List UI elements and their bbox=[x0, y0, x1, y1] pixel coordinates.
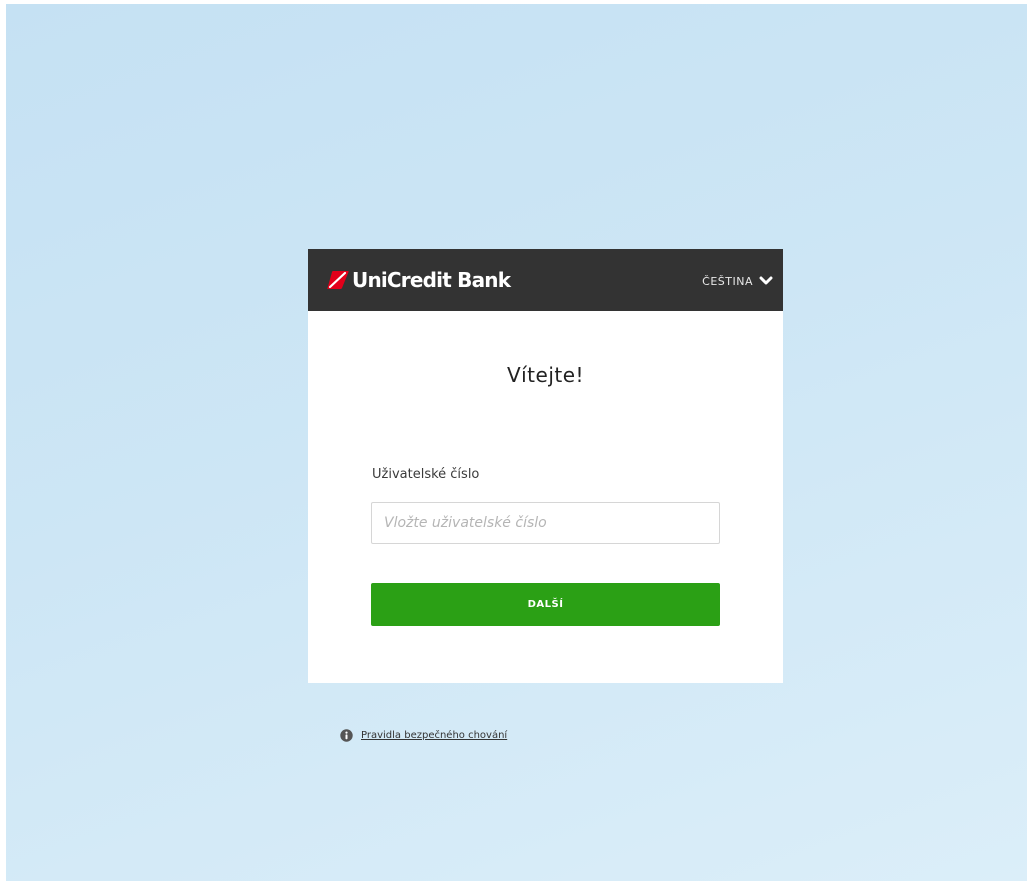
login-card: UniCredit Bank ČEŠTINA Vítejte! Uživatel… bbox=[308, 249, 783, 683]
username-label: Uživatelské číslo bbox=[372, 467, 480, 482]
username-input[interactable] bbox=[371, 502, 720, 544]
safety-rules-link[interactable]: Pravidla bezpečného chování bbox=[361, 730, 507, 741]
welcome-title: Vítejte! bbox=[506, 363, 585, 387]
brand-name: UniCredit Bank bbox=[352, 268, 511, 292]
next-button[interactable]: DALŠÍ bbox=[371, 583, 720, 626]
page-background: UniCredit Bank ČEŠTINA Vítejte! Uživatel… bbox=[6, 4, 1027, 881]
language-selector[interactable]: ČEŠTINA bbox=[702, 270, 773, 292]
chevron-down-icon bbox=[759, 276, 773, 285]
brand-logo: UniCredit Bank bbox=[326, 266, 511, 294]
unicredit-logo-icon bbox=[327, 271, 349, 289]
language-label: ČEŠTINA bbox=[702, 274, 753, 288]
safety-rules-row: Pravidla bezpečného chování bbox=[340, 729, 507, 742]
info-icon bbox=[340, 729, 353, 742]
card-header: UniCredit Bank ČEŠTINA bbox=[308, 249, 783, 311]
